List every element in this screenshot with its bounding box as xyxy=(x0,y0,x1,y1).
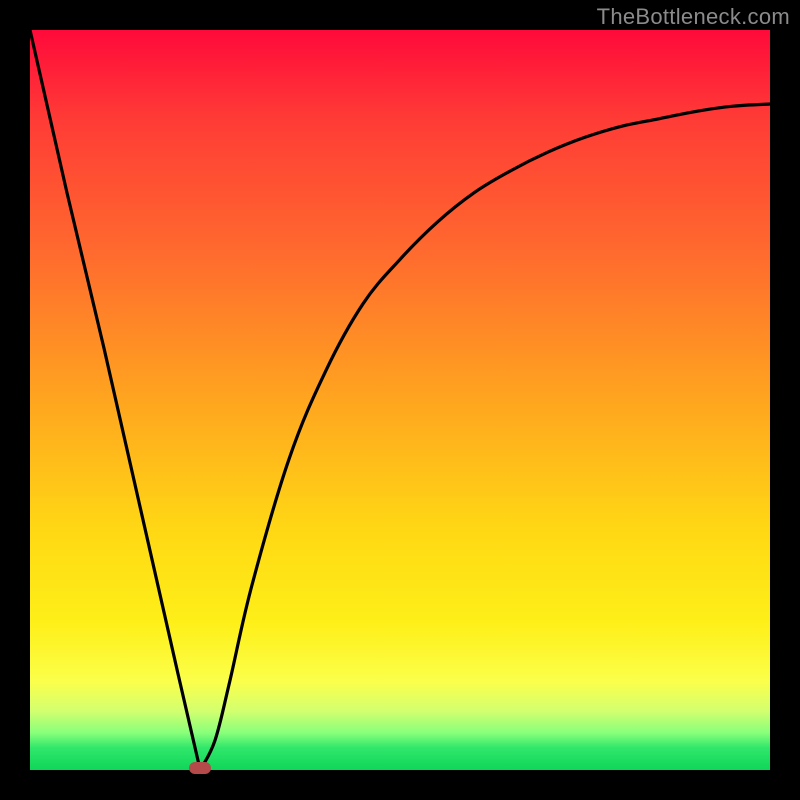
chart-frame: TheBottleneck.com xyxy=(0,0,800,800)
minimum-marker xyxy=(189,762,211,774)
plot-area xyxy=(30,30,770,770)
curve-layer xyxy=(30,30,770,770)
watermark-text: TheBottleneck.com xyxy=(597,4,790,30)
bottleneck-curve xyxy=(30,30,770,770)
